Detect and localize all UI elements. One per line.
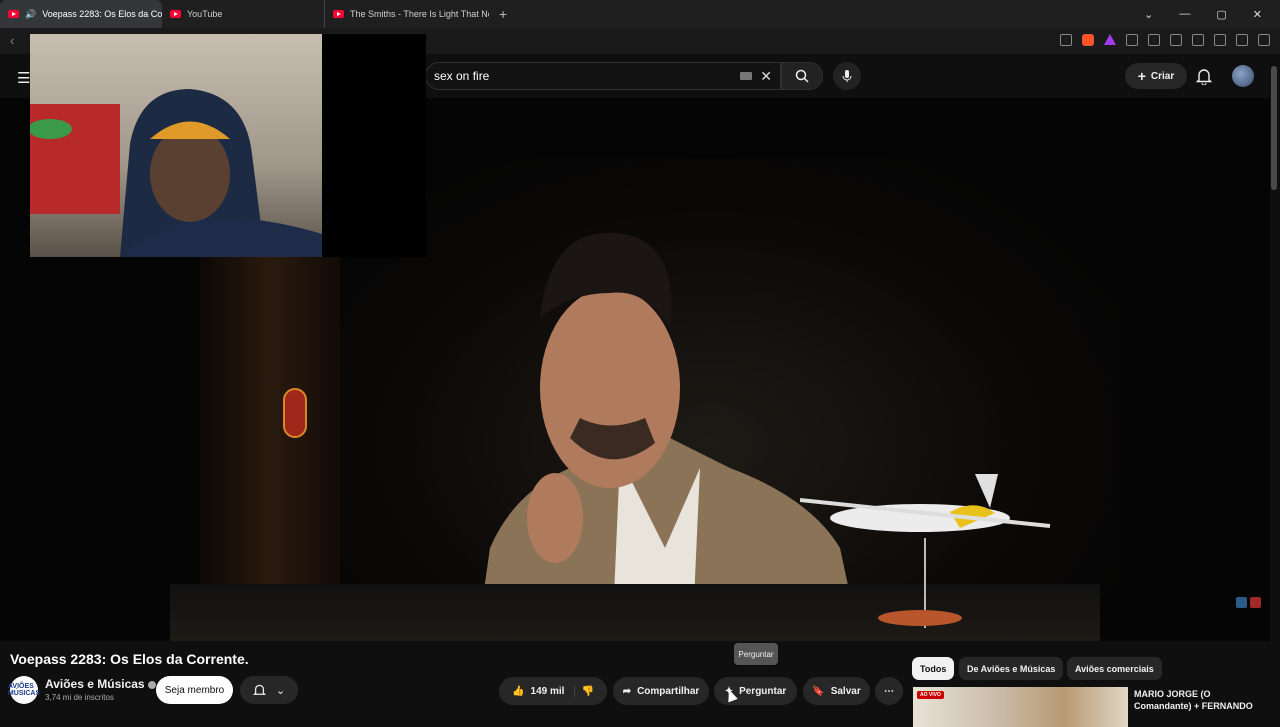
webcam-overlay (30, 34, 426, 257)
save-button[interactable]: 🔖 Salvar (803, 677, 870, 705)
minimize-button[interactable]: — (1179, 8, 1190, 20)
clear-search-icon[interactable]: ✕ (760, 68, 772, 85)
youtube-icon (170, 10, 181, 18)
back-icon[interactable]: ‹ (10, 33, 14, 48)
extensions-area (1060, 34, 1270, 46)
subscription-bell-button[interactable]: ⌄ (240, 676, 298, 704)
chip-airliners[interactable]: Aviões comerciais (1067, 657, 1162, 680)
search-query: sex on fire (434, 69, 490, 83)
new-tab-button[interactable]: + (499, 6, 507, 22)
webcam-feed (30, 34, 322, 257)
tab-smiths[interactable]: The Smiths - There Is Light That Nev (324, 0, 489, 28)
voice-search-button[interactable] (833, 62, 861, 90)
speaker-icon: 🔊 (25, 8, 37, 19)
bell-icon (252, 684, 266, 695)
window-controls: ⌄ — ▢ ✕ (1144, 0, 1280, 28)
tab-label: The Smiths - There Is Light That Nev (350, 9, 489, 19)
youtube-icon (333, 10, 344, 18)
close-overlay-icon[interactable] (1236, 597, 1247, 608)
airplane-model (800, 474, 1051, 628)
leo-icon[interactable] (1214, 34, 1226, 46)
brave-rewards-icon[interactable] (1104, 34, 1116, 45)
youtube-icon (8, 10, 19, 18)
thumbs-down-icon[interactable]: 👎 (581, 686, 593, 697)
like-dislike-group: 👍 149 mil 👎 (499, 677, 607, 705)
search-input[interactable]: sex on fire ✕ (425, 62, 781, 90)
save-label: Salvar (830, 685, 861, 697)
subscriber-count: 3,74 mi de inscritos (45, 693, 114, 702)
tab-voepass[interactable]: 🔊 Voepass 2283: Os Elos da Co ✕ (0, 0, 162, 28)
ask-label: Perguntar (739, 685, 787, 697)
live-badge: AO VIVO (917, 691, 944, 699)
share-button[interactable]: ➦ Compartilhar (613, 677, 709, 705)
video-overlay-icons (1236, 597, 1261, 608)
maximize-button[interactable]: ▢ (1216, 8, 1226, 21)
wallet-icon[interactable] (1192, 34, 1204, 46)
like-count: 149 mil (530, 685, 565, 697)
tab-label: Voepass 2283: Os Elos da Co (42, 9, 162, 19)
webcam-dark-area (322, 34, 426, 257)
search-icon (795, 69, 809, 83)
microphone-icon (842, 70, 852, 82)
related-video-thumbnail[interactable]: AO VIVO (913, 687, 1128, 727)
close-window-button[interactable]: ✕ (1253, 8, 1262, 21)
notifications-icon[interactable] (1196, 67, 1212, 85)
like-button[interactable]: 👍 149 mil (512, 685, 576, 697)
search-button[interactable] (781, 62, 823, 90)
more-actions-button[interactable]: ⋯ (875, 677, 903, 705)
video-wall (200, 248, 340, 641)
video-red-mark (283, 388, 307, 438)
video-title: Voepass 2283: Os Elos da Corrente. (10, 651, 249, 667)
verified-icon (147, 680, 156, 689)
create-label: Criar (1150, 70, 1175, 82)
channel-name[interactable]: Aviões e Músicas (45, 677, 145, 691)
chip-all[interactable]: Todos (912, 657, 955, 680)
tab-search-icon[interactable]: ⌄ (1144, 8, 1153, 21)
chevron-down-icon: ⌄ (275, 684, 286, 697)
extensions-icon[interactable] (1126, 34, 1138, 46)
webcam-person (30, 89, 322, 257)
page-scrollbar[interactable] (1271, 66, 1277, 190)
sidebar-icon[interactable] (1170, 34, 1182, 46)
related-video-title[interactable]: MARIO JORGE (O Comandante) + FERNANDO (1134, 688, 1264, 712)
brave-shield-icon[interactable] (1082, 34, 1094, 46)
browser-tab-strip: 🔊 Voepass 2283: Os Elos da Co ✕ YouTube … (0, 0, 1280, 28)
tab-label: YouTube (187, 9, 223, 19)
keyboard-icon[interactable] (740, 72, 753, 80)
plus-icon: + (1137, 68, 1146, 84)
thumbs-up-icon: 👍 (512, 685, 525, 697)
chip-channel[interactable]: De Aviões e Músicas (959, 657, 1064, 680)
ask-tooltip: Perguntar (734, 643, 778, 665)
headphones-icon[interactable] (1250, 597, 1261, 608)
create-button[interactable]: + Criar (1125, 63, 1187, 89)
hamburger-menu-icon[interactable]: ☰ (17, 69, 30, 87)
menu-icon[interactable] (1258, 34, 1270, 46)
bookmark-icon: 🔖 (812, 685, 825, 697)
share-icon: ➦ (622, 685, 632, 697)
account-avatar[interactable] (1232, 65, 1254, 87)
vpn-icon[interactable] (1236, 34, 1248, 46)
music-icon[interactable] (1148, 34, 1160, 46)
cast-icon[interactable] (1060, 34, 1072, 46)
share-label: Compartilhar (637, 685, 700, 697)
channel-avatar[interactable]: AVIÕES MÚSICAS (8, 676, 40, 704)
tab-youtube[interactable]: YouTube (162, 0, 324, 28)
join-member-button[interactable]: Seja membro (156, 676, 233, 704)
channel-name-row[interactable]: Aviões e Músicas (45, 677, 156, 691)
